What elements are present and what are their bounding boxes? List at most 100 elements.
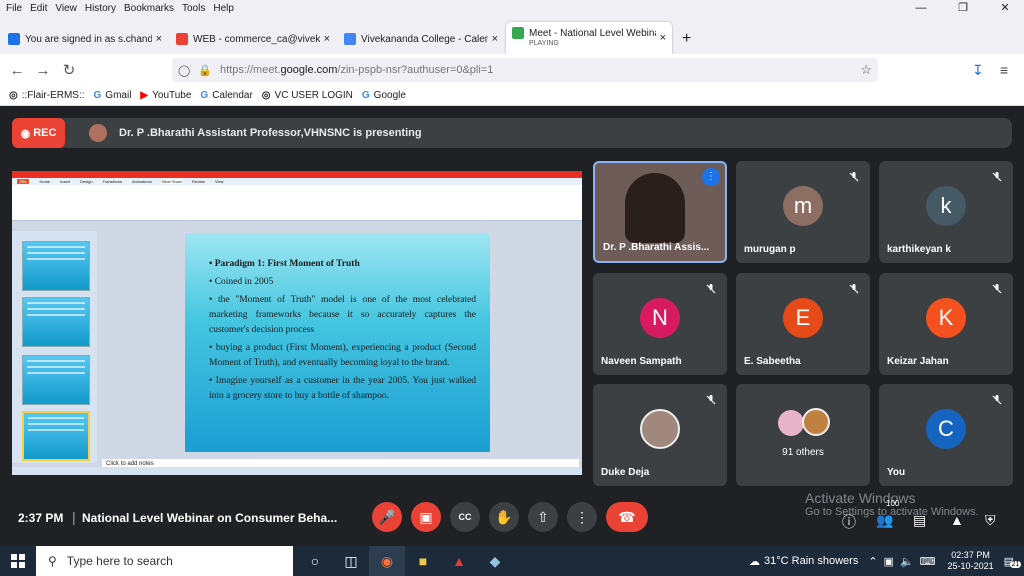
mic-toggle-button[interactable]: 🎤 bbox=[372, 502, 402, 532]
ppt-ribbon-tabs: File Home Insert Design Transitions Animation… bbox=[12, 178, 582, 185]
gmail-icon bbox=[176, 33, 188, 45]
taskbar-search[interactable]: ⚲ Type here to search bbox=[36, 546, 293, 576]
tab-title: WEB - commerce_ca@vivekana bbox=[193, 33, 320, 45]
bookmark-vc-login[interactable]: ◎ VC USER LOGIN bbox=[262, 90, 353, 101]
language-icon[interactable]: ⌨ bbox=[920, 555, 936, 568]
search-placeholder: Type here to search bbox=[66, 554, 173, 568]
tab-signed-in[interactable]: You are signed in as s.chandras × bbox=[2, 24, 168, 54]
forward-icon[interactable]: → bbox=[30, 62, 56, 79]
clock-date: 25-10-2021 bbox=[947, 561, 994, 571]
menu-view[interactable]: View bbox=[55, 3, 77, 14]
slide-thumb[interactable] bbox=[22, 355, 90, 405]
task-view-icon[interactable]: ◫ bbox=[333, 546, 369, 576]
others-label: 91 others bbox=[782, 447, 824, 458]
participant-name: murugan p bbox=[744, 244, 796, 255]
people-icon[interactable]: 👥 bbox=[876, 512, 893, 529]
bookmark-flair[interactable]: ◎::Flair-ERMS:: bbox=[9, 90, 85, 101]
close-tab-icon[interactable]: × bbox=[324, 33, 330, 45]
close-icon[interactable]: ✕ bbox=[988, 0, 1022, 16]
participant-tile[interactable]: E E. Sabeetha bbox=[736, 273, 870, 375]
bookmark-calendar[interactable]: G Calendar bbox=[200, 90, 252, 101]
raise-hand-button[interactable]: ✋ bbox=[489, 502, 519, 532]
close-tab-icon[interactable]: × bbox=[156, 33, 162, 45]
ppt-titlebar bbox=[12, 171, 582, 178]
present-icon: ⇧ bbox=[537, 508, 549, 525]
participant-tile[interactable]: Duke Deja bbox=[593, 384, 727, 486]
menu-bookmarks[interactable]: Bookmarks bbox=[124, 3, 174, 14]
menu-icon[interactable]: ≡ bbox=[1000, 62, 1008, 78]
ppt-statusbar bbox=[12, 467, 582, 475]
acrobat-icon[interactable]: ▲ bbox=[441, 546, 477, 576]
menu-history[interactable]: History bbox=[85, 3, 116, 14]
start-button[interactable] bbox=[0, 546, 36, 576]
avatar: E bbox=[783, 298, 823, 338]
rec-badge[interactable]: ◉ REC bbox=[12, 118, 65, 148]
slide-thumb[interactable] bbox=[22, 241, 90, 291]
bookmark-label: ::Flair-ERMS:: bbox=[21, 90, 85, 101]
bookmark-label: Google bbox=[373, 90, 406, 101]
participant-name: Naveen Sampath bbox=[601, 356, 682, 367]
slide-bullet: • Imagine yourself as a customer in the … bbox=[209, 376, 476, 401]
address-bar[interactable]: ◯ 🔒 https://meet.google.com/zin-pspb-nsr… bbox=[172, 58, 878, 82]
avatar: m bbox=[783, 186, 823, 226]
volume-icon[interactable]: 🔈 bbox=[900, 555, 914, 568]
close-tab-icon[interactable]: × bbox=[660, 32, 666, 44]
network-icon[interactable]: ▣ bbox=[884, 555, 894, 568]
participant-tile[interactable]: K Keizar Jahan bbox=[879, 273, 1013, 375]
participant-tile[interactable]: k karthikeyan k bbox=[879, 161, 1013, 263]
host-controls-icon[interactable]: ⛨ bbox=[985, 512, 996, 529]
people-count-badge: 100 bbox=[886, 499, 900, 508]
activities-icon[interactable]: ▲ bbox=[950, 512, 964, 528]
more-options-button[interactable]: ⋮ bbox=[567, 502, 597, 532]
notification-count: 21 bbox=[1009, 560, 1022, 568]
bookmark-youtube[interactable]: ▶ YouTube bbox=[140, 90, 191, 101]
restore-icon[interactable]: ❐ bbox=[946, 0, 980, 16]
present-button[interactable]: ⇧ bbox=[528, 502, 558, 532]
menu-tools[interactable]: Tools bbox=[182, 3, 205, 14]
notifications-icon[interactable]: ▤ 21 bbox=[1004, 555, 1022, 568]
close-tab-icon[interactable]: × bbox=[492, 33, 498, 45]
slide-thumb[interactable] bbox=[22, 297, 90, 347]
participant-tile-others[interactable]: 91 others bbox=[736, 384, 870, 486]
avatar: k bbox=[926, 186, 966, 226]
menu-file[interactable]: File bbox=[6, 3, 22, 14]
back-icon[interactable]: ← bbox=[4, 62, 30, 79]
app-icon[interactable]: ◆ bbox=[477, 546, 513, 576]
camera-toggle-button[interactable]: ▣ bbox=[411, 502, 441, 532]
star-icon[interactable]: ☆ bbox=[860, 62, 872, 78]
info-icon[interactable]: ⓘ bbox=[842, 512, 856, 532]
tab-calendar[interactable]: Vivekananda College - Calenda × bbox=[338, 24, 504, 54]
slide-bullet: • buying a product (First Moment), exper… bbox=[209, 343, 476, 368]
site-icon bbox=[8, 33, 20, 45]
search-icon: ⚲ bbox=[48, 554, 57, 568]
tab-web-mail[interactable]: WEB - commerce_ca@vivekana × bbox=[170, 24, 336, 54]
slide-thumb-selected[interactable] bbox=[22, 411, 90, 461]
firefox-icon[interactable]: ◉ bbox=[369, 546, 405, 576]
tab-meet[interactable]: Meet - National Level Webinar PLAYING × bbox=[506, 22, 672, 54]
shield-icon: ◯ bbox=[178, 64, 191, 77]
captions-button[interactable]: CC bbox=[450, 502, 480, 532]
reload-icon[interactable]: ↻ bbox=[56, 61, 82, 79]
weather-text[interactable]: 31°C Rain showers bbox=[764, 555, 858, 567]
cortana-icon[interactable]: ○ bbox=[297, 546, 333, 576]
participant-tile-self[interactable]: C You bbox=[879, 384, 1013, 486]
bookmark-google[interactable]: G Google bbox=[362, 90, 406, 101]
leave-call-button[interactable]: ☎ bbox=[606, 502, 648, 532]
chevron-up-icon[interactable]: ⌃ bbox=[868, 555, 877, 568]
participant-name: You bbox=[887, 467, 906, 478]
google-icon: G bbox=[200, 90, 209, 101]
participant-tile[interactable]: N Naveen Sampath bbox=[593, 273, 727, 375]
menu-help[interactable]: Help bbox=[213, 3, 234, 14]
slide-content: • Paradigm 1: First Moment of Truth • Co… bbox=[185, 233, 490, 452]
participant-tile[interactable]: m murugan p bbox=[736, 161, 870, 263]
download-icon[interactable]: ↧ bbox=[972, 62, 984, 79]
new-tab-icon[interactable]: + bbox=[682, 30, 691, 48]
clock[interactable]: 02:37 PM 25-10-2021 bbox=[948, 550, 994, 572]
chat-icon[interactable]: ▤ bbox=[913, 512, 926, 529]
mic-off-icon bbox=[992, 284, 1002, 294]
minimize-icon[interactable]: — bbox=[904, 0, 938, 16]
bookmark-gmail[interactable]: G Gmail bbox=[94, 90, 132, 101]
file-explorer-icon[interactable]: ■ bbox=[405, 546, 441, 576]
menu-edit[interactable]: Edit bbox=[30, 3, 47, 14]
participant-tile-presenter[interactable]: ⋮ Dr. P .Bharathi Assis... bbox=[593, 161, 727, 263]
